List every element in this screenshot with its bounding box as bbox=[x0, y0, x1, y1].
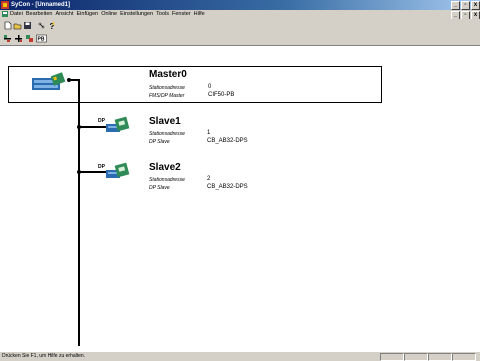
slave1-connection-dot bbox=[77, 125, 81, 129]
master-device-icon[interactable] bbox=[30, 72, 68, 92]
slave1-device-icon[interactable]: DP bbox=[98, 116, 130, 136]
title-bar: SyCon - [Unnamed1] _ ▫ x bbox=[0, 0, 480, 10]
menu-einstellungen[interactable]: Einstellungen bbox=[120, 10, 156, 19]
master-addr-value: 0 bbox=[208, 84, 212, 90]
profibus-line bbox=[78, 80, 80, 346]
menu-fenster[interactable]: Fenster bbox=[172, 10, 194, 19]
slave2-connection-dot bbox=[77, 170, 81, 174]
open-folder-icon[interactable] bbox=[13, 21, 22, 30]
close-button[interactable]: x bbox=[471, 1, 480, 10]
master-type-value: CIF50-PB bbox=[208, 92, 235, 98]
network-icon[interactable] bbox=[37, 21, 46, 30]
slave2-type-label: DP Slave bbox=[149, 185, 170, 191]
svg-text:PB: PB bbox=[38, 37, 45, 43]
slave1-name: Slave1 bbox=[149, 116, 181, 127]
new-file-icon[interactable] bbox=[3, 21, 12, 30]
master-type-label: FMS/DP Master bbox=[149, 93, 185, 99]
slave1-addr-label: Stationsadresse bbox=[149, 131, 185, 137]
master-name: Master0 bbox=[149, 69, 187, 80]
slave1-type-label: DP Slave bbox=[149, 139, 170, 145]
window-title: SyCon - [Unnamed1] bbox=[11, 2, 71, 8]
save-icon[interactable] bbox=[23, 21, 32, 30]
menu-ansicht[interactable]: Ansicht bbox=[55, 10, 76, 19]
slave2-addr-label: Stationsadresse bbox=[149, 177, 185, 183]
sycon-app-icon[interactable] bbox=[1, 1, 9, 9]
menu-datei[interactable]: Datei bbox=[10, 10, 26, 19]
device-toolbar: PB bbox=[0, 32, 480, 46]
menu-bar: Datei Bearbeiten Ansicht Einfügen Online… bbox=[0, 10, 480, 20]
insert-master-icon[interactable] bbox=[3, 34, 12, 43]
help-icon[interactable]: ? bbox=[47, 21, 56, 30]
insert-slave-icon[interactable] bbox=[14, 34, 23, 43]
menu-bearbeiten[interactable]: Bearbeiten bbox=[26, 10, 56, 19]
slave2-type-value: CB_AB32-DPS bbox=[207, 184, 248, 190]
slave1-addr-value: 1 bbox=[207, 130, 211, 136]
slave2-device-icon[interactable]: DP bbox=[98, 162, 130, 182]
slave1-type-value: CB_AB32-DPS bbox=[207, 138, 248, 144]
slave2-name: Slave2 bbox=[149, 162, 181, 173]
master-connection-dot bbox=[67, 78, 71, 82]
connect-icon[interactable] bbox=[25, 34, 34, 43]
menu-online[interactable]: Online bbox=[101, 10, 120, 19]
document-icon[interactable] bbox=[2, 11, 8, 17]
pb-icon[interactable]: PB bbox=[36, 34, 47, 43]
svg-text:DP: DP bbox=[98, 118, 106, 124]
maximize-button[interactable]: ▫ bbox=[461, 1, 470, 10]
slave2-addr-value: 2 bbox=[207, 176, 211, 182]
standard-toolbar: ? bbox=[0, 19, 480, 32]
master-addr-label: Stationsadresse bbox=[149, 85, 185, 91]
menu-tools[interactable]: Tools bbox=[156, 10, 172, 19]
minimize-button[interactable]: _ bbox=[451, 1, 460, 10]
menu-einfuegen[interactable]: Einfügen bbox=[77, 10, 102, 19]
menu-hilfe[interactable]: Hilfe bbox=[194, 10, 208, 19]
svg-text:DP: DP bbox=[98, 164, 106, 170]
